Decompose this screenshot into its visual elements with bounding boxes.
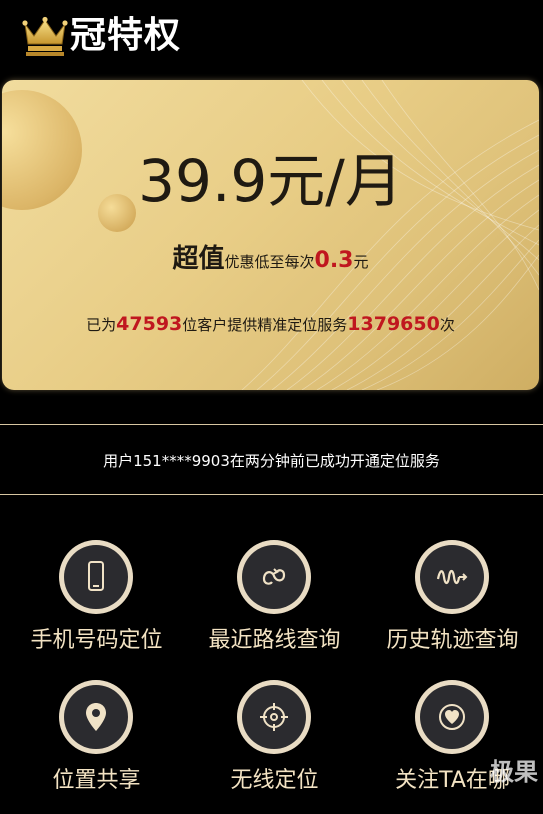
deal-text: 超值优惠低至每次0.3元 <box>2 244 539 277</box>
feature-label: 历史轨迹查询 <box>386 628 519 653</box>
page-title: 冠特权 <box>70 15 182 56</box>
feature-label: 位置共享 <box>52 768 141 793</box>
location-pin-icon <box>86 703 106 731</box>
membership-card[interactable]: 39.9元/月 超值优惠低至每次0.3元 已为47593位客户提供精准定位服务1… <box>2 80 539 390</box>
feature-icon-ring <box>415 680 489 754</box>
wave-pattern <box>241 80 539 390</box>
feature-label: 最近路线查询 <box>208 628 341 653</box>
route-loop-icon <box>262 568 286 585</box>
price-text: 39.9元/月 <box>138 147 403 215</box>
track-wave-icon <box>436 569 468 585</box>
deal-lead: 超值 <box>172 244 225 274</box>
served-middle: 位客户提供精准定位服务 <box>182 316 348 334</box>
service-count: 1379650 <box>347 313 440 335</box>
feature-icon-bg <box>242 545 306 609</box>
feature-icon-bg <box>64 545 128 609</box>
served-prefix: 已为 <box>86 316 117 334</box>
divider-top <box>0 424 543 425</box>
phone-icon <box>88 561 104 591</box>
feature-icon-ring <box>59 680 133 754</box>
activation-notice: 用户151****9903在两分钟前已成功开通定位服务 <box>103 452 440 470</box>
served-stats: 已为47593位客户提供精准定位服务1379650次 <box>2 310 539 339</box>
crosshair-icon <box>260 703 288 731</box>
watermark-logo: 极果 <box>490 758 538 786</box>
deal-amount: 0.3 <box>314 248 354 273</box>
feature-icon-bg <box>420 685 484 749</box>
divider-bottom <box>0 494 543 495</box>
heart-icon <box>439 704 465 730</box>
feature-icon-bg <box>420 545 484 609</box>
feature-icon-bg <box>64 685 128 749</box>
feature-label: 手机号码定位 <box>30 628 163 653</box>
feature-icon-bg <box>242 685 306 749</box>
header: 冠特权 <box>0 0 543 70</box>
feature-icon-ring <box>59 540 133 614</box>
deal-unit: 元 <box>353 253 369 271</box>
feature-icon-ring <box>237 540 311 614</box>
privilege-page: 冠特权 39.9元/月 超值优惠低至每次0.3元 已为47593位客户提供精准定… <box>0 0 543 814</box>
customer-count: 47593 <box>116 313 183 335</box>
crown-icon <box>22 16 68 56</box>
deal-desc: 优惠低至每次 <box>224 253 315 271</box>
feature-icon-ring <box>415 540 489 614</box>
feature-icon-ring <box>237 680 311 754</box>
feature-label: 无线定位 <box>230 768 319 793</box>
served-suffix: 次 <box>439 316 455 334</box>
